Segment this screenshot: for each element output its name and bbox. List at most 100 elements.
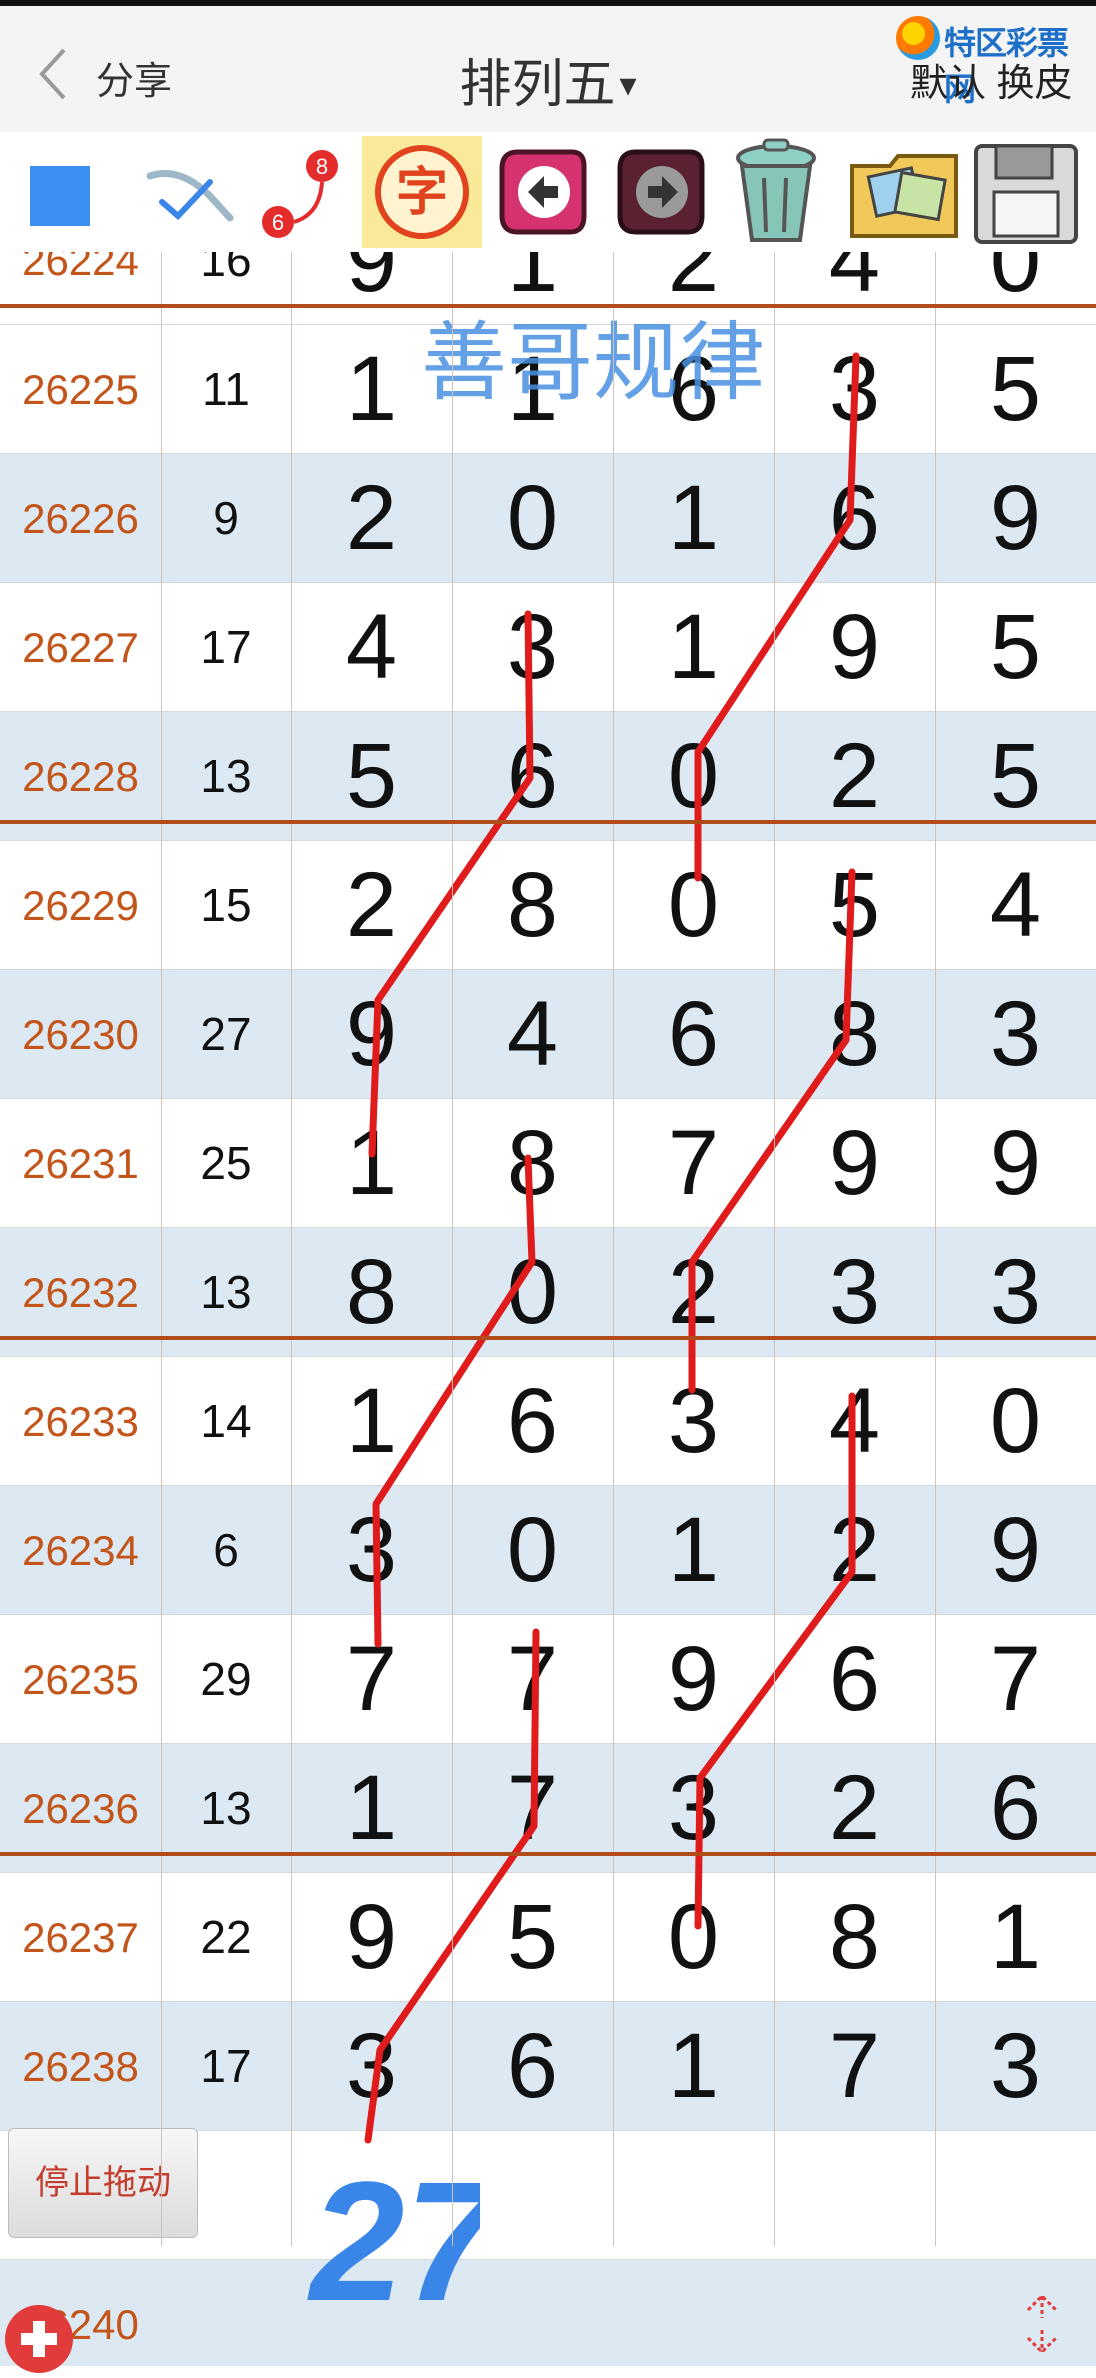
drawing-toolbar: 8 6 字 [0, 132, 1096, 252]
table-row: 26234 6 3 0 1 2 9 [0, 1486, 1096, 1615]
digit-cell[interactable]: 5 [452, 1873, 613, 2002]
digit-cell[interactable]: 0 [613, 841, 774, 970]
digit-cell[interactable]: 3 [935, 2002, 1096, 2131]
digit-cell[interactable]: 6 [774, 454, 935, 583]
group-separator [0, 820, 1096, 824]
digit-cell[interactable]: 1 [935, 1873, 1096, 2002]
text-tool-button[interactable]: 字 [362, 136, 482, 248]
digit-cell[interactable]: 3 [935, 970, 1096, 1099]
pen-icon[interactable] [140, 136, 250, 248]
digit-cell[interactable]: 0 [452, 454, 613, 583]
digit-cell[interactable]: 4 [774, 1357, 935, 1486]
table-row: 26240 [0, 2260, 1096, 2366]
grid-column-line [613, 252, 614, 2246]
digit-cell[interactable]: 1 [613, 2002, 774, 2131]
group-separator [0, 1336, 1096, 1340]
digit-cell[interactable] [935, 2131, 1096, 2260]
digit-cell[interactable]: 2 [774, 1486, 935, 1615]
digit-cell[interactable] [774, 2260, 935, 2366]
period-cell: 26237 [22, 1914, 139, 1961]
connect-label-b: 6 [272, 210, 284, 235]
digit-cell[interactable]: 9 [935, 454, 1096, 583]
digit-cell[interactable]: 1 [291, 1099, 452, 1228]
connect-line-icon[interactable]: 8 6 [252, 136, 352, 248]
sum-cell: 15 [200, 879, 252, 931]
digit-cell[interactable]: 6 [452, 2002, 613, 2131]
period-cell: 26234 [22, 1527, 139, 1574]
sum-cell: 17 [200, 621, 252, 673]
digit-cell[interactable]: 6 [774, 1615, 935, 1744]
digit-cell[interactable]: 7 [452, 1615, 613, 1744]
digit-cell[interactable]: 3 [613, 1357, 774, 1486]
digit-cell[interactable] [774, 2131, 935, 2260]
grid-column-line [452, 252, 453, 2246]
scroll-arrows-icon[interactable] [1020, 2288, 1064, 2360]
digit-cell[interactable]: 7 [935, 1615, 1096, 1744]
period-cell: 26229 [22, 882, 139, 929]
digit-cell[interactable]: 8 [774, 970, 935, 1099]
handwritten-note: 27 [307, 2147, 480, 2330]
sum-cell: 9 [213, 492, 239, 544]
sum-cell: 22 [200, 1911, 252, 1963]
digit-cell[interactable]: 3 [291, 1486, 452, 1615]
digit-cell[interactable]: 5 [935, 583, 1096, 712]
digit-cell[interactable]: 9 [291, 1873, 452, 2002]
trash-bin-icon[interactable] [724, 136, 828, 248]
top-bar: 分享 排列五 ▾ 特区彩票网 默认 换皮 [0, 0, 1096, 132]
digit-cell[interactable]: 9 [291, 970, 452, 1099]
digit-cell[interactable]: 7 [291, 1615, 452, 1744]
digit-cell[interactable]: 6 [613, 970, 774, 1099]
digit-cell[interactable]: 0 [935, 1357, 1096, 1486]
table-row: 26237 22 9 5 0 8 1 [0, 1873, 1096, 2002]
digit-cell[interactable]: 7 [774, 2002, 935, 2131]
digit-cell[interactable]: 1 [613, 583, 774, 712]
sum-cell: 25 [200, 1137, 252, 1189]
table-row: 26229 15 2 8 0 5 4 [0, 841, 1096, 970]
image-folder-icon[interactable] [846, 136, 962, 248]
digit-cell[interactable]: 7 [613, 1099, 774, 1228]
digit-cell[interactable]: 0 [613, 1873, 774, 2002]
period-cell: 26238 [22, 2043, 139, 2090]
digit-cell[interactable]: 8 [452, 1099, 613, 1228]
digit-cell[interactable]: 5 [774, 841, 935, 970]
redo-arrow-icon[interactable] [610, 136, 710, 248]
square-color-icon[interactable] [20, 136, 100, 248]
text-char-glyph: 字 [396, 164, 448, 222]
digit-cell[interactable]: 9 [935, 1099, 1096, 1228]
digit-cell[interactable]: 4 [935, 841, 1096, 970]
digit-cell[interactable]: 9 [774, 583, 935, 712]
digit-cell[interactable]: 8 [774, 1873, 935, 2002]
digit-cell[interactable]: 8 [452, 841, 613, 970]
digit-cell[interactable] [613, 2131, 774, 2260]
draw-grid-table[interactable]: 26224 16 9 1 2 4 0 26225 11 1 1 6 3 5 26226 9 2 0 1 6 9 26227… [0, 252, 1096, 2366]
digit-cell[interactable]: 2 [291, 454, 452, 583]
group-separator [0, 1852, 1096, 1856]
digit-cell[interactable]: 4 [291, 583, 452, 712]
watermark-text: 善哥规律 [421, 315, 765, 411]
digit-cell[interactable]: 9 [774, 1099, 935, 1228]
digit-cell[interactable]: 3 [452, 583, 613, 712]
add-circle-icon[interactable] [0, 2300, 78, 2378]
digit-cell[interactable]: 2 [291, 841, 452, 970]
table-row: 26231 25 1 8 7 9 9 [0, 1099, 1096, 1228]
table-row: 26238 17 3 6 1 7 3 [0, 2002, 1096, 2131]
undo-arrow-icon[interactable] [492, 136, 592, 248]
digit-cell[interactable]: 6 [452, 1357, 613, 1486]
handwritten-number: 27 [307, 2147, 480, 2330]
skin-switch-button[interactable]: 默认 换皮 [910, 52, 1073, 107]
period-cell: 26235 [22, 1656, 139, 1703]
digit-cell[interactable]: 3 [291, 2002, 452, 2131]
digit-cell[interactable] [613, 2260, 774, 2366]
save-disk-icon[interactable] [968, 136, 1084, 248]
digit-cell[interactable]: 9 [935, 1486, 1096, 1615]
digit-cell[interactable]: 1 [613, 454, 774, 583]
digit-cell[interactable]: 9 [613, 1615, 774, 1744]
table-row: 26230 27 9 4 6 8 3 [0, 970, 1096, 1099]
digit-cell[interactable]: 1 [613, 1486, 774, 1615]
digit-cell[interactable]: 1 [291, 1357, 452, 1486]
digit-cell[interactable]: 4 [452, 970, 613, 1099]
digit-cell[interactable] [935, 2260, 1096, 2366]
digit-cell[interactable]: 0 [452, 1486, 613, 1615]
period-cell: 26230 [22, 1011, 139, 1058]
stop-drag-button[interactable]: 停止拖动 [8, 2128, 198, 2238]
